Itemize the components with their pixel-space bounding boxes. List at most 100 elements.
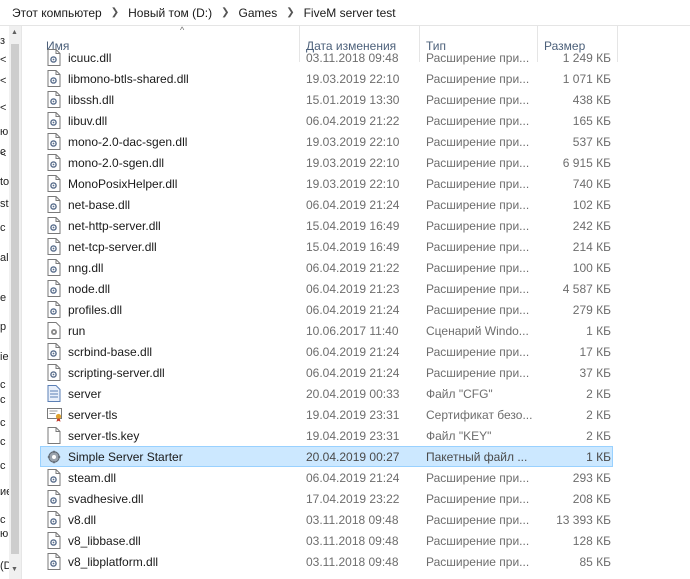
file-type: Расширение при... (426, 555, 530, 569)
file-row[interactable]: steam.dll 06.04.2019 21:24 Расширение при.… (40, 467, 613, 488)
file-size: 6 915 КБ (562, 156, 611, 170)
navigation-pane-item[interactable]: (D (0, 560, 9, 572)
navigation-pane-item[interactable]: c (0, 436, 6, 448)
file-name: mono-2.0-sgen.dll (68, 156, 165, 170)
navigation-pane-item[interactable]: c (0, 394, 6, 406)
navigation-pane[interactable]: 1з<<<ю<ctostcaleрiecccccиеcю(D (0, 26, 9, 579)
file-type: Расширение при... (426, 534, 530, 548)
file-row[interactable]: node.dll 06.04.2019 21:23 Расширение при..… (40, 278, 613, 299)
file-name: profiles.dll (68, 303, 123, 317)
file-name: icuuc.dll (68, 51, 112, 65)
file-date-modified: 19.04.2019 23:31 (306, 408, 400, 422)
file-date-modified: 20.04.2019 00:27 (306, 450, 400, 464)
navigation-pane-item[interactable]: c (0, 146, 6, 158)
scrollbar-thumb[interactable] (11, 44, 19, 554)
file-type: Расширение при... (426, 471, 530, 485)
file-row[interactable]: mono-2.0-dac-sgen.dll 19.03.2019 22:10 Рас… (40, 131, 613, 152)
file-date-modified: 15.04.2019 16:49 (306, 219, 400, 233)
navigation-pane-item[interactable]: ю (0, 126, 8, 138)
file-row[interactable]: net-http-server.dll 15.04.2019 16:49 Расши… (40, 215, 613, 236)
navigation-pane-item[interactable]: to (0, 176, 9, 188)
file-row[interactable]: mono-2.0-sgen.dll 19.03.2019 22:10 Расшире… (40, 152, 613, 173)
file-name: libssh.dll (68, 93, 115, 107)
navigation-pane-item[interactable]: e (0, 292, 6, 304)
file-name: libmono-btls-shared.dll (68, 72, 189, 86)
navigation-scrollbar[interactable]: ▲ ▼ (9, 26, 22, 579)
dll-icon (47, 490, 61, 507)
chevron-right-icon[interactable]: ❯ (286, 7, 294, 18)
file-size: 208 КБ (572, 492, 611, 506)
navigation-pane-item[interactable]: al (0, 252, 9, 264)
navigation-pane-item[interactable]: р (0, 321, 6, 333)
file-row[interactable]: libssh.dll 15.01.2019 13:30 Расширение при… (40, 89, 613, 110)
file-name: net-base.dll (68, 198, 131, 212)
file-row[interactable]: v8_libbase.dll 03.11.2018 09:48 Расширение… (40, 530, 613, 551)
file-size: 438 КБ (572, 93, 611, 107)
file-row[interactable]: scripting-server.dll 06.04.2019 21:24 Расш… (40, 362, 613, 383)
breadcrumb-drive-d[interactable]: Новый том (D:) (128, 6, 212, 20)
file-name: v8_libplatform.dll (68, 555, 159, 569)
dll-icon (47, 175, 61, 192)
file-name: node.dll (68, 282, 111, 296)
file-row[interactable]: nng.dll 06.04.2019 21:22 Расширение при...… (40, 257, 613, 278)
file-date-modified: 10.06.2017 11:40 (306, 324, 399, 338)
file-row[interactable]: libuv.dll 06.04.2019 21:22 Расширение при.… (40, 110, 613, 131)
file-row[interactable]: profiles.dll 06.04.2019 21:24 Расширение п… (40, 299, 613, 320)
file-date-modified: 19.03.2019 22:10 (306, 72, 400, 86)
navigation-pane-item[interactable]: ю (0, 528, 8, 540)
file-date-modified: 06.04.2019 21:24 (306, 366, 400, 380)
file-row[interactable]: scrbind-base.dll 06.04.2019 21:24 Расширен… (40, 341, 613, 362)
file-date-modified: 15.01.2019 13:30 (306, 93, 400, 107)
file-row[interactable]: run 10.06.2017 11:40 Сценарий Windo... 1 КБ (40, 320, 613, 341)
file-row[interactable]: MonoPosixHelper.dll 19.03.2019 22:10 Расши… (40, 173, 613, 194)
navigation-pane-item[interactable]: з (0, 35, 5, 47)
navigation-pane-item[interactable]: c (0, 460, 6, 472)
navigation-pane-item[interactable]: st (0, 198, 9, 210)
file-row[interactable]: server-tls.key 19.04.2019 23:31 Файл "KEY"… (40, 425, 613, 446)
navigation-pane-item[interactable]: c (0, 514, 6, 526)
breadcrumb: Этот компьютер ❯ Новый том (D:) ❯ Games … (0, 0, 690, 26)
file-row[interactable]: libmono-btls-shared.dll 19.03.2019 22:10 Р… (40, 68, 613, 89)
file-name: run (68, 324, 86, 338)
breadcrumb-this-pc[interactable]: Этот компьютер (12, 6, 102, 20)
file-row[interactable]: net-tcp-server.dll 15.04.2019 16:49 Расшир… (40, 236, 613, 257)
file-size: 1 071 КБ (562, 72, 611, 86)
file-list: Имя ^ Дата изменения Тип Размер icuuc.dl… (22, 26, 690, 579)
file-date-modified: 03.11.2018 09:48 (306, 555, 399, 569)
navigation-pane-item[interactable]: c (0, 379, 6, 391)
file-row[interactable]: v8_libplatform.dll 03.11.2018 09:48 Расшир… (40, 551, 613, 572)
file-date-modified: 19.04.2019 23:31 (306, 429, 400, 443)
file-row[interactable]: svadhesive.dll 17.04.2019 23:22 Расширение… (40, 488, 613, 509)
dll-icon (47, 301, 61, 318)
dll-icon (47, 259, 61, 276)
navigation-pane-item[interactable]: ие (0, 486, 9, 498)
file-row[interactable]: net-base.dll 06.04.2019 21:24 Расширение п… (40, 194, 613, 215)
file-name: svadhesive.dll (68, 492, 144, 506)
breadcrumb-current-folder[interactable]: FiveM server test (304, 6, 396, 20)
scroll-down-icon[interactable]: ▼ (11, 566, 18, 573)
navigation-pane-item[interactable]: < (0, 102, 6, 114)
file-row[interactable]: v8.dll 03.11.2018 09:48 Расширение при... 1… (40, 509, 613, 530)
chevron-right-icon[interactable]: ❯ (111, 7, 119, 18)
file-row[interactable]: icuuc.dll 03.11.2018 09:48 Расширение при.… (40, 47, 613, 68)
file-name: net-tcp-server.dll (68, 240, 157, 254)
breadcrumb-games[interactable]: Games (239, 6, 278, 20)
dll-icon (47, 49, 61, 66)
chevron-right-icon[interactable]: ❯ (221, 7, 229, 18)
navigation-pane-item[interactable]: < (0, 75, 6, 87)
file-type: Расширение при... (426, 198, 530, 212)
file-row[interactable]: server-tls 19.04.2019 23:31 Сертификат без… (40, 404, 613, 425)
navigation-pane-item[interactable]: c (0, 417, 6, 429)
file-type: Расширение при... (426, 492, 530, 506)
scroll-up-icon[interactable]: ▲ (11, 29, 18, 36)
file-date-modified: 06.04.2019 21:24 (306, 198, 400, 212)
file-name: v8.dll (68, 513, 97, 527)
navigation-pane-item[interactable]: ie (0, 351, 9, 363)
file-row[interactable]: Simple Server Starter 20.04.2019 00:27 Пак… (40, 446, 613, 467)
navigation-pane-item[interactable]: c (0, 222, 6, 234)
cfg-file-icon (47, 385, 61, 402)
file-row[interactable]: server 20.04.2019 00:33 Файл "CFG" 2 КБ (40, 383, 613, 404)
file-size: 4 587 КБ (562, 282, 611, 296)
file-size: 2 КБ (586, 429, 611, 443)
navigation-pane-item[interactable]: < (0, 54, 6, 66)
